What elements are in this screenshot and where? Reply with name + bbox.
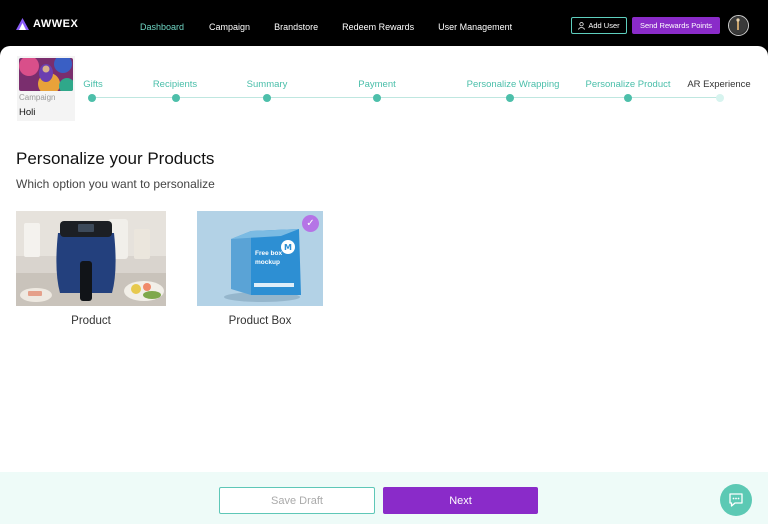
logo[interactable]: AWWEX (16, 18, 78, 30)
step-recipients-label[interactable]: Recipients (153, 79, 197, 90)
step-payment-dot[interactable] (373, 94, 381, 102)
add-user-label: Add User (588, 21, 620, 30)
nav-item-campaign[interactable]: Campaign (209, 22, 250, 32)
product-box-image: M Free box mockup ✓ (197, 211, 323, 306)
nav-item-user-management[interactable]: User Management (438, 22, 512, 32)
step-personalize-product-dot[interactable] (624, 94, 632, 102)
campaign-thumbnail (19, 58, 73, 91)
option-product[interactable]: Product (16, 211, 166, 327)
nav-item-brandstore[interactable]: Brandstore (274, 22, 318, 32)
step-gifts-label[interactable]: Gifts (83, 79, 103, 90)
step-gifts-dot[interactable] (88, 94, 96, 102)
option-product-box-label: Product Box (228, 315, 292, 327)
option-product-label: Product (71, 315, 111, 327)
nav-item-redeem-rewards[interactable]: Redeem Rewards (342, 22, 414, 32)
campaign-name: Holi (19, 107, 36, 118)
chat-icon[interactable] (720, 484, 752, 516)
step-ar-experience-dot[interactable] (716, 94, 724, 102)
user-icon (578, 21, 586, 30)
main-nav: Dashboard Campaign Brandstore Redeem Rew… (140, 22, 512, 32)
page-subtitle: Which option you want to personalize (16, 177, 215, 191)
add-user-button[interactable]: Add User (571, 17, 627, 34)
logo-icon (16, 18, 29, 30)
step-personalize-wrapping-dot[interactable] (506, 94, 514, 102)
logo-text: AWWEX (33, 18, 79, 30)
save-draft-button[interactable]: Save Draft (219, 487, 375, 514)
step-personalize-product-label[interactable]: Personalize Product (585, 79, 670, 90)
next-button[interactable]: Next (383, 487, 538, 514)
product-image (16, 211, 166, 306)
campaign-label: Campaign (19, 93, 56, 102)
send-rewards-button[interactable]: Send Rewards Points (632, 17, 720, 34)
top-bar: AWWEX Dashboard Campaign Brandstore Rede… (0, 0, 768, 52)
option-product-box[interactable]: M Free box mockup ✓ Product Box (197, 211, 323, 327)
step-ar-experience-label[interactable]: AR Experience (687, 79, 750, 90)
nav-item-dashboard[interactable]: Dashboard (140, 22, 184, 32)
check-icon: ✓ (302, 215, 319, 232)
campaign-card[interactable]: Campaign Holi (17, 56, 75, 121)
step-payment-label[interactable]: Payment (358, 79, 396, 90)
page-title: Personalize your Products (16, 149, 215, 168)
avatar-icon[interactable] (728, 15, 749, 36)
step-summary-label[interactable]: Summary (247, 79, 288, 90)
box-mockup-text: Free box mockup (255, 250, 283, 266)
step-summary-dot[interactable] (263, 94, 271, 102)
step-personalize-wrapping-label[interactable]: Personalize Wrapping (467, 79, 560, 90)
step-recipients-dot[interactable] (172, 94, 180, 102)
